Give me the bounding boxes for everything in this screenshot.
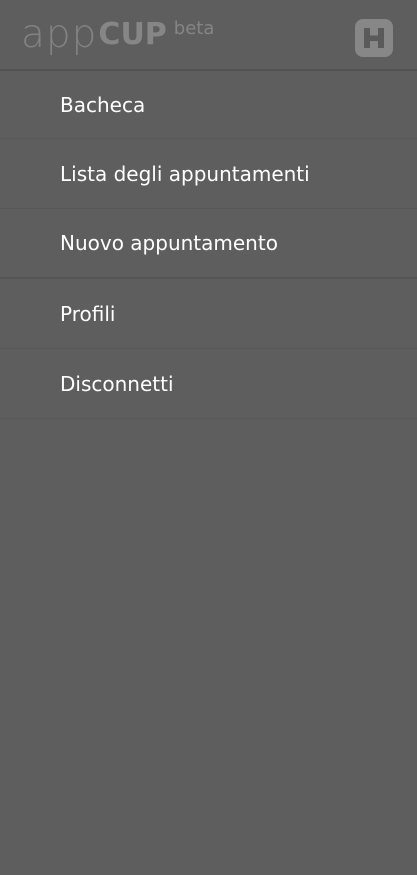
menu-item-label: Profili xyxy=(60,301,116,326)
menu-item-nuovo-appuntamento[interactable]: Nuovo appuntamento xyxy=(0,209,417,279)
logo-beta-badge: beta xyxy=(173,18,215,39)
logo-cup-text: CUP xyxy=(98,17,167,52)
menu-item-label: Disconnetti xyxy=(60,371,174,396)
app-header: app CUP beta xyxy=(0,0,417,71)
menu-list: Bacheca Lista degli appuntamenti Nuovo a… xyxy=(0,71,417,419)
menu-item-label: Nuovo appuntamento xyxy=(60,231,278,255)
menu-item-profili[interactable]: Profili xyxy=(0,279,417,349)
side-menu-panel: app CUP beta Bacheca Lista degli appunta… xyxy=(0,0,417,875)
menu-item-label: Bacheca xyxy=(60,92,146,117)
main-navigation: Bacheca Lista degli appuntamenti Nuovo a… xyxy=(0,71,417,419)
menu-item-lista-appuntamenti[interactable]: Lista degli appuntamenti xyxy=(0,139,417,209)
logo-app-text: app xyxy=(21,12,98,57)
h-letter-icon[interactable] xyxy=(355,19,393,57)
menu-item-bacheca[interactable]: Bacheca xyxy=(0,71,417,139)
menu-item-disconnetti[interactable]: Disconnetti xyxy=(0,349,417,419)
menu-item-label: Lista degli appuntamenti xyxy=(60,161,310,186)
app-logo: app CUP beta xyxy=(21,14,214,56)
